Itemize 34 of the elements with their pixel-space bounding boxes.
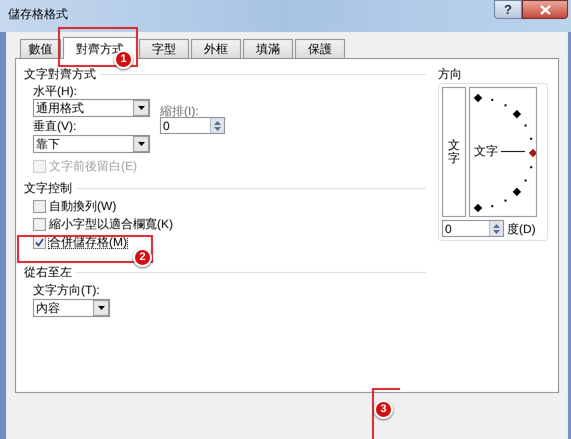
- dropdown[interactable]: 靠下: [33, 135, 150, 153]
- checkbox-label: 合併儲存格(M): [49, 236, 127, 248]
- group-title: 從右至左: [24, 264, 72, 281]
- close-button[interactable]: [522, 0, 568, 19]
- dial-text: 文字: [474, 145, 498, 157]
- spinner-arrows-icon: [489, 221, 503, 236]
- checkbox[interactable]: [33, 200, 46, 212]
- spin-field[interactable]: 0: [442, 220, 504, 237]
- tab[interactable]: 數值: [20, 39, 61, 58]
- group-title: 方向: [438, 66, 463, 83]
- group-title: 文字對齊方式: [24, 66, 96, 83]
- dropdown[interactable]: 內容: [33, 299, 110, 317]
- checkbox[interactable]: [33, 218, 46, 230]
- tab[interactable]: 填滿: [243, 39, 293, 58]
- tab[interactable]: 外框: [191, 39, 241, 58]
- field-label: 文字方向(T):: [33, 282, 101, 299]
- dropdown[interactable]: 通用格式: [33, 99, 150, 117]
- close-icon: [540, 4, 550, 14]
- checkbox-label: 文字前後留白(E): [49, 160, 137, 172]
- help-button[interactable]: ?: [494, 0, 522, 19]
- checkbox-label: 自動換列(W): [49, 200, 116, 212]
- vertical-text-button[interactable]: 文字: [442, 87, 466, 217]
- orientation-dial[interactable]: 文字: [469, 87, 537, 217]
- spinner-arrows-icon: [210, 118, 224, 133]
- spin-field[interactable]: 0: [160, 117, 225, 134]
- checkbox-label: 縮小字型以適合欄寬(K): [49, 218, 173, 230]
- field-label: 垂直(V):: [33, 118, 78, 135]
- group-title: 文字控制: [24, 180, 72, 197]
- field-label: 水平(H):: [33, 83, 78, 99]
- window-title: 儲存格格式: [8, 8, 68, 20]
- tab[interactable]: 字型: [139, 39, 189, 58]
- tab[interactable]: 保護: [295, 39, 345, 58]
- field-label: 縮排(I):: [160, 105, 199, 117]
- field-label: 度(D): [507, 222, 536, 234]
